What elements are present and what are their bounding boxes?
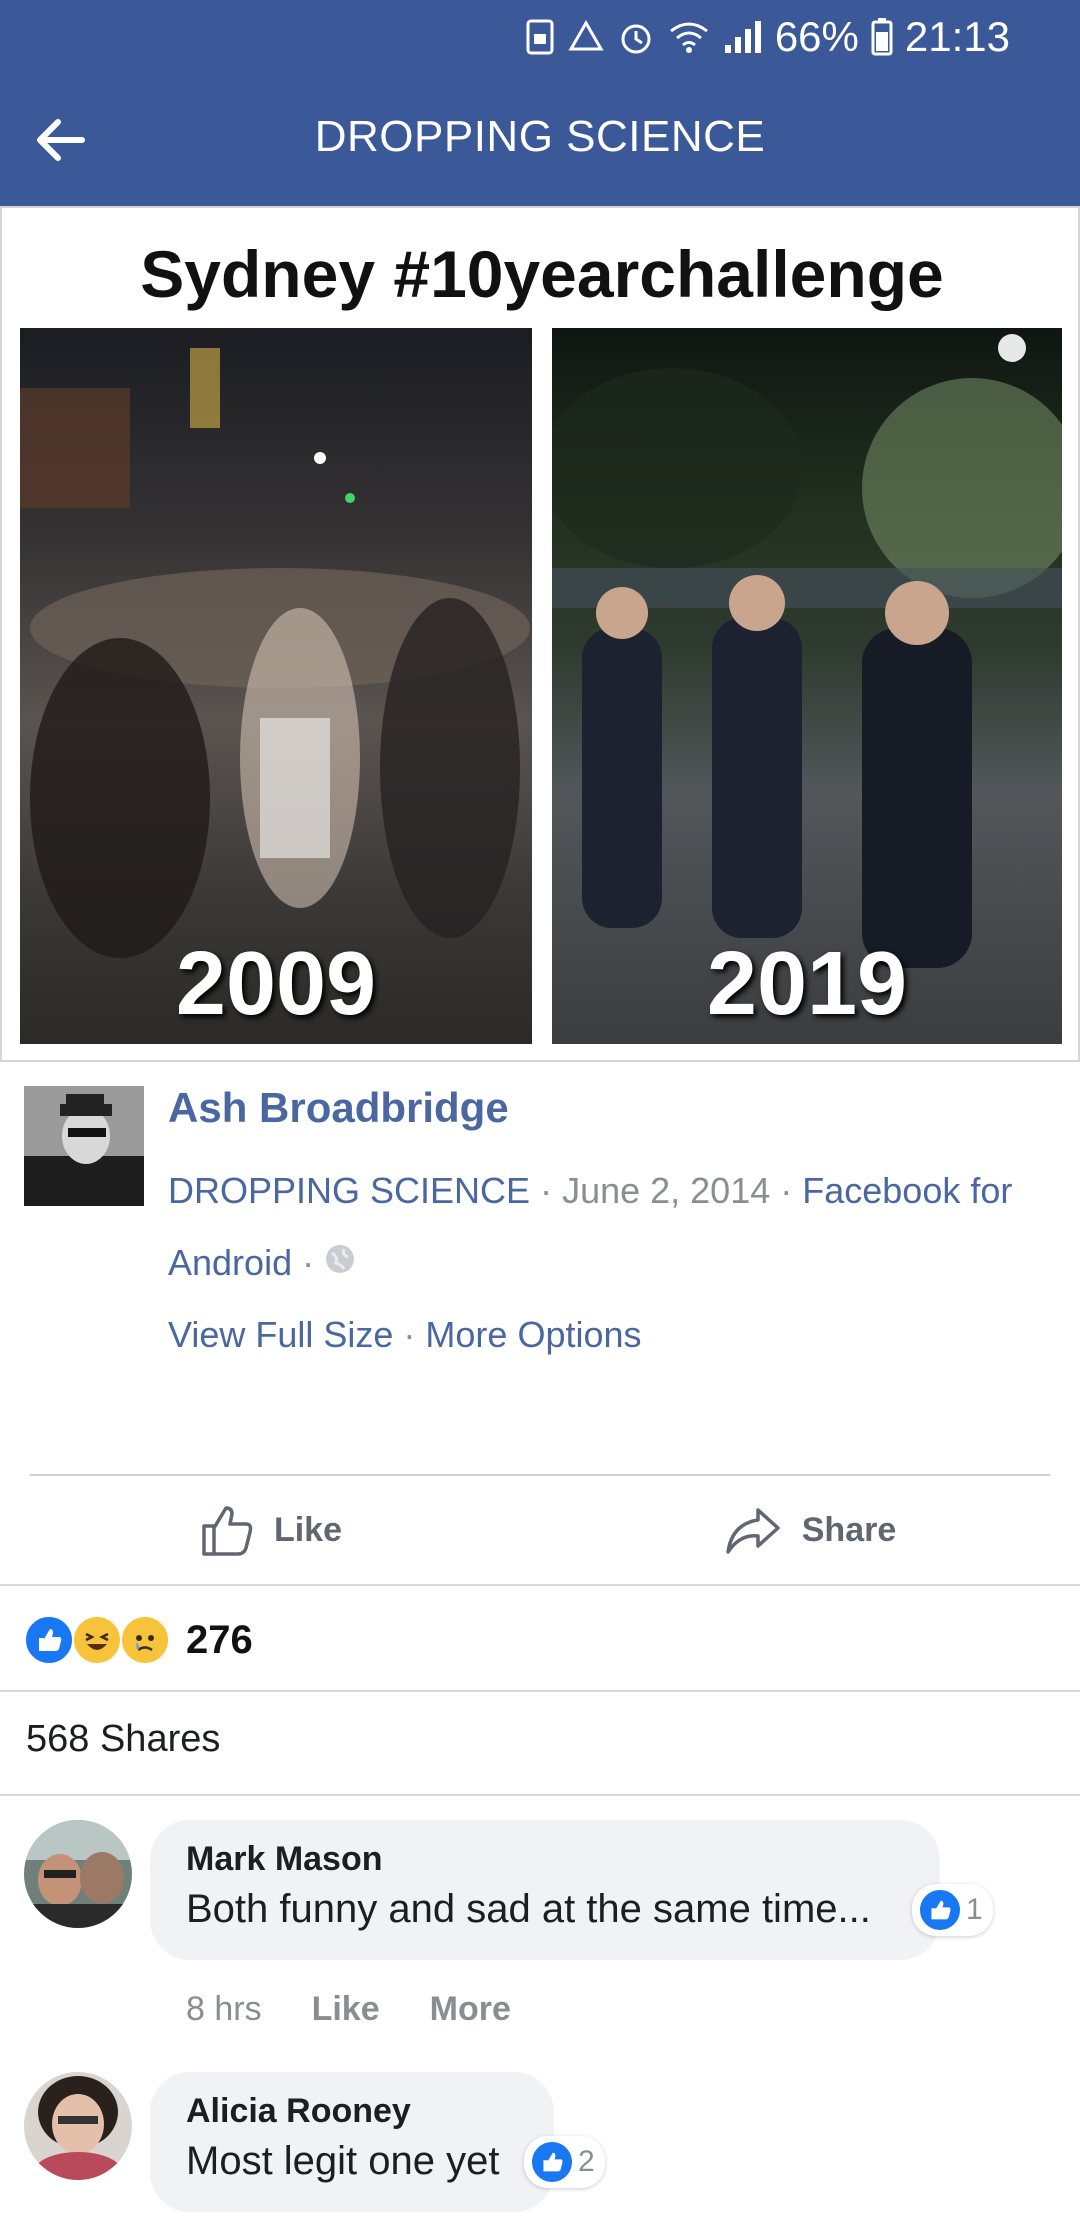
view-full-size-link[interactable]: View Full Size — [168, 1314, 393, 1355]
commenter-avatar[interactable] — [24, 2072, 132, 2180]
comment-like-badge[interactable]: 1 — [912, 1884, 993, 1936]
comment-bubble[interactable]: Alicia Rooney Most legit one yet — [150, 2072, 554, 2212]
page-title: DROPPING SCIENCE — [314, 112, 766, 161]
laugh-reaction-icon — [72, 1615, 122, 1665]
comment-text: Both funny and sad at the same time... — [186, 1887, 871, 1931]
recycle-icon — [567, 19, 605, 55]
share-arrow-icon — [726, 1508, 780, 1554]
app-link-continued[interactable]: Android — [168, 1242, 292, 1284]
reactions-summary[interactable]: 276 — [24, 1612, 253, 1668]
divider — [0, 1584, 1080, 1586]
comment-like-badge[interactable]: 2 — [524, 2136, 605, 2188]
author-avatar[interactable] — [24, 1086, 144, 1206]
page-link[interactable]: DROPPING SCIENCE — [168, 1170, 530, 1211]
sad-reaction-icon — [120, 1615, 170, 1665]
comment-more-button[interactable]: More — [430, 1990, 511, 2029]
share-label: Share — [801, 1510, 897, 1549]
share-button[interactable]: Share — [540, 1478, 1080, 1582]
year-label-2009: 2009 — [175, 934, 377, 1034]
year-label-2019: 2019 — [706, 934, 908, 1034]
photo-panel-2009: 2009 — [20, 328, 532, 1044]
comment-time: 8 hrs — [186, 1990, 262, 2028]
thumbs-up-icon — [202, 1506, 253, 1556]
like-reaction-icon — [918, 1888, 962, 1932]
photo-caption-title: Sydney #10yearchallenge — [140, 237, 944, 311]
signal-icon — [723, 19, 763, 55]
more-options-link[interactable]: More Options — [425, 1314, 641, 1355]
divider — [30, 1474, 1050, 1476]
reaction-count: 276 — [186, 1617, 253, 1662]
comment-text: Most legit one yet — [186, 2139, 500, 2183]
post-meta-line-2: Android · — [168, 1242, 356, 1284]
commenter-avatar-image — [24, 2072, 132, 2180]
alarm-icon — [617, 18, 655, 56]
wifi-icon — [667, 19, 711, 55]
globe-icon — [324, 1242, 356, 1284]
comment-like-count: 2 — [578, 2145, 595, 2178]
like-reaction-icon — [530, 2140, 574, 2184]
divider — [0, 1690, 1080, 1692]
post-meta: Ash Broadbridge DROPPING SCIENCE · June … — [0, 1062, 1080, 1472]
like-reaction-icon — [24, 1615, 74, 1665]
comment-bubble[interactable]: Mark Mason Both funny and sad at the sam… — [150, 1820, 940, 1960]
post-date: June 2, 2014 — [562, 1170, 771, 1211]
post-actions: Like Share — [0, 1478, 1080, 1582]
commenter-avatar[interactable] — [24, 1820, 132, 1928]
author-name[interactable]: Ash Broadbridge — [168, 1084, 509, 1132]
commenter-name[interactable]: Mark Mason — [186, 1840, 904, 1879]
save-icon — [525, 18, 555, 56]
battery-icon — [871, 18, 893, 56]
divider — [0, 1794, 1080, 1796]
author-avatar-image — [24, 1086, 144, 1206]
app-bar: DROPPING SCIENCE — [0, 100, 1080, 180]
clock-time: 21:13 — [904, 13, 1010, 60]
post-options-line: View Full Size · More Options — [168, 1314, 642, 1355]
post-photo[interactable]: Sydney #10yearchallenge 2009 2019 — [0, 206, 1080, 1062]
comment-like-button[interactable]: Like — [312, 1990, 380, 2029]
app-header: 66% 21:13 DROPPING SCIENCE — [0, 0, 1080, 206]
like-label: Like — [273, 1510, 343, 1549]
photo-panel-2019: 2019 — [552, 328, 1062, 1044]
battery-percent: 66% — [774, 13, 859, 60]
status-bar: 66% 21:13 — [525, 12, 1010, 62]
like-button[interactable]: Like — [0, 1478, 540, 1582]
commenter-name[interactable]: Alicia Rooney — [186, 2092, 518, 2131]
post-meta-line: DROPPING SCIENCE · June 2, 2014 · Facebo… — [168, 1170, 1013, 1211]
commenter-avatar-image — [24, 1820, 132, 1928]
comment-actions: 8 hrs Like More — [186, 1990, 511, 2029]
share-count[interactable]: 568 Shares — [26, 1718, 220, 1761]
comment-like-count: 1 — [966, 1893, 983, 1926]
app-link[interactable]: Facebook for — [802, 1170, 1012, 1211]
